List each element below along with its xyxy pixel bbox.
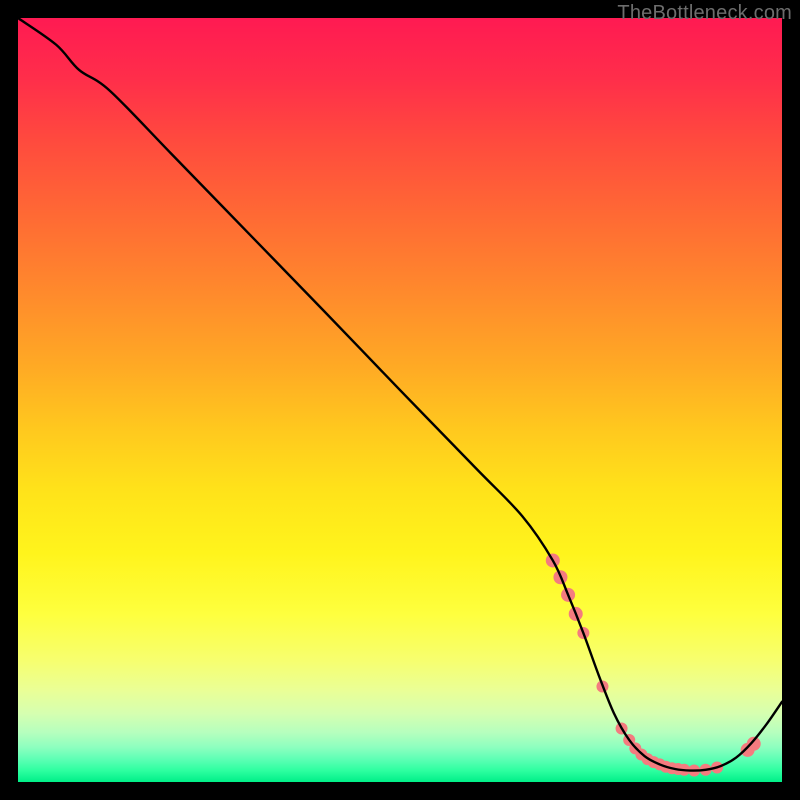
data-marker (711, 761, 723, 773)
data-marker (700, 764, 712, 776)
watermark-text: TheBottleneck.com (617, 2, 792, 25)
data-marker (561, 588, 575, 602)
plot-area (18, 18, 782, 782)
data-marker (553, 570, 567, 584)
data-marker (629, 742, 641, 754)
data-marker (648, 756, 660, 768)
curve-layer (18, 18, 782, 782)
data-marker (596, 681, 608, 693)
data-marker (623, 734, 635, 746)
data-marker (666, 762, 678, 774)
data-marker (688, 765, 700, 777)
data-markers (546, 553, 761, 776)
data-marker (747, 737, 761, 751)
data-marker (678, 764, 690, 776)
data-marker (635, 749, 647, 761)
data-marker (577, 627, 589, 639)
data-marker (660, 761, 672, 773)
data-marker (569, 607, 583, 621)
chart-frame: TheBottleneck.com (0, 0, 800, 800)
data-marker (546, 553, 560, 567)
data-marker (654, 758, 666, 770)
data-marker (741, 743, 755, 757)
data-marker (672, 763, 684, 775)
data-marker (642, 753, 654, 765)
data-marker (616, 723, 628, 735)
bottleneck-curve (18, 18, 782, 771)
